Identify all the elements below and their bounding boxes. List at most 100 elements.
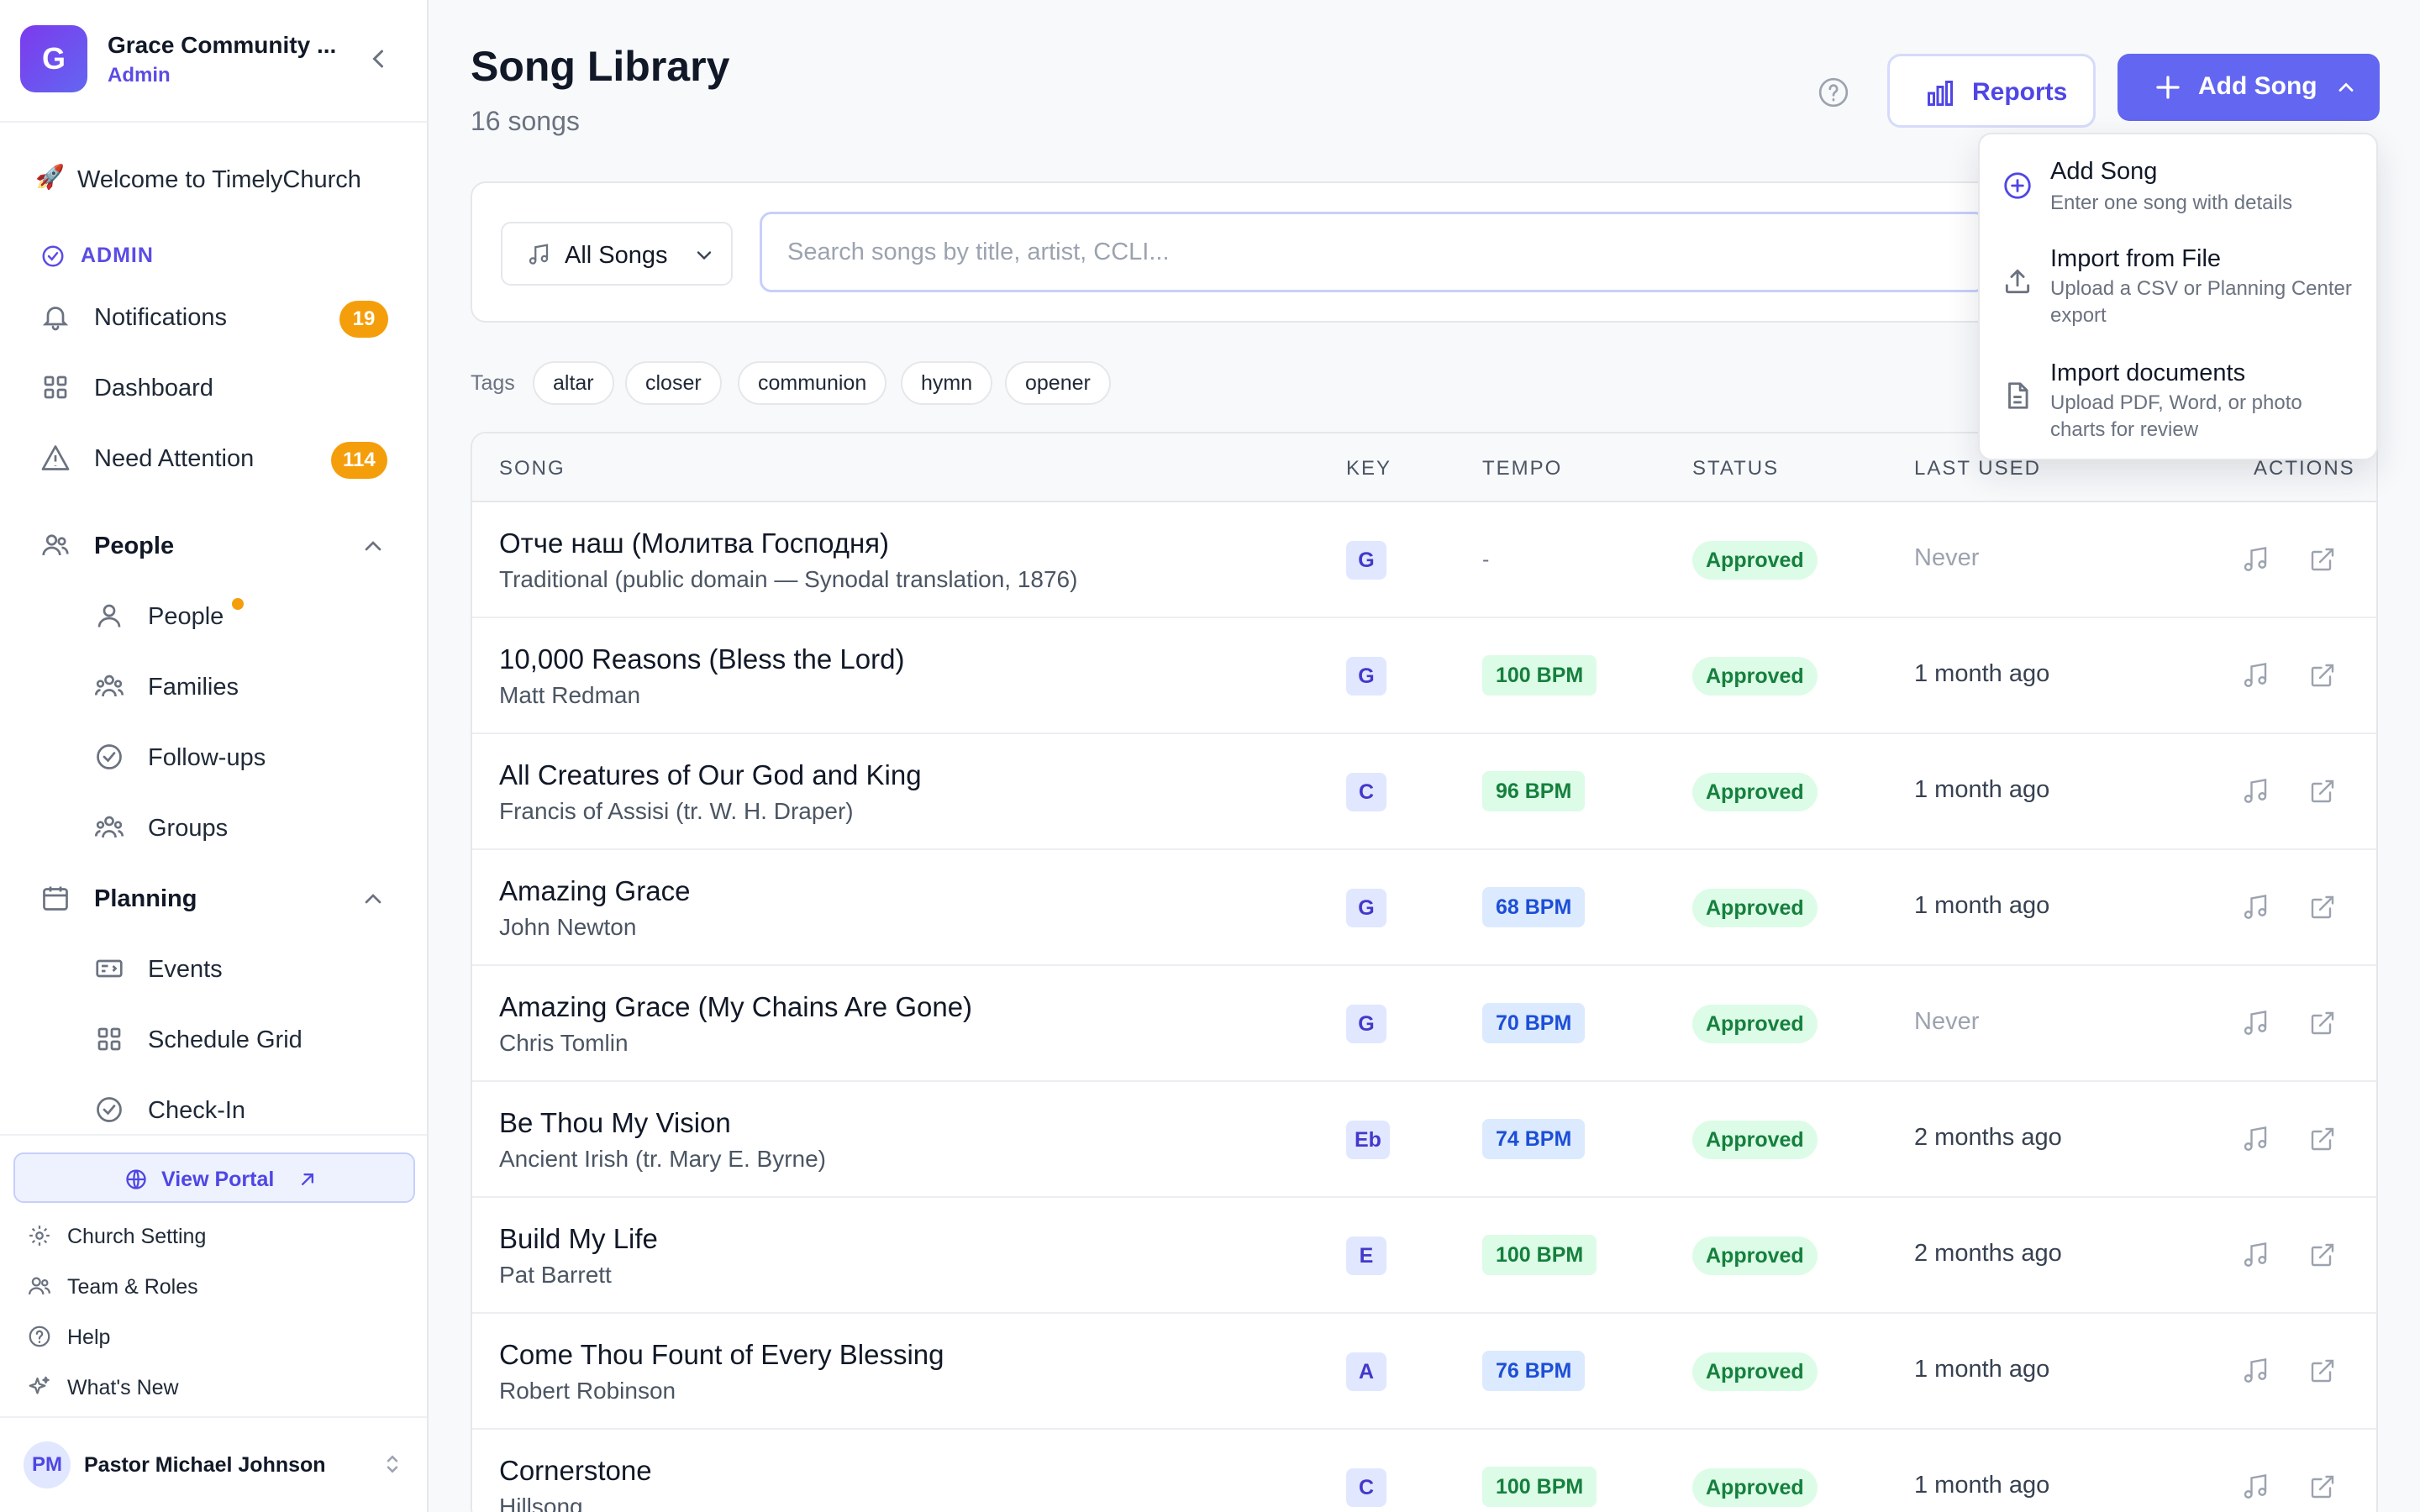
external-link-icon[interactable]: [2307, 1240, 2338, 1270]
music-note-icon[interactable]: [2240, 544, 2270, 575]
table-row[interactable]: Be Thou My Vision Ancient Irish (tr. Mary…: [472, 1082, 2376, 1198]
sidebar-item-families[interactable]: Families: [0, 657, 427, 716]
song-key-badge: C: [1346, 1468, 1386, 1507]
song-artist: Pat Barrett: [499, 1262, 612, 1288]
table-row[interactable]: All Creatures of Our God and King Francis…: [472, 734, 2376, 850]
sidebar-item-label: Dashboard: [94, 375, 213, 402]
external-link-icon[interactable]: [2307, 1472, 2338, 1502]
menu-item-add-song[interactable]: Add Song Enter one song with details: [1980, 153, 2380, 237]
sidebar-item-label: People: [148, 603, 224, 630]
music-note-icon[interactable]: [2240, 1124, 2270, 1154]
external-link-icon[interactable]: [2307, 660, 2338, 690]
last-used: 1 month ago: [1914, 1472, 2050, 1499]
add-song-menu: Add Song Enter one song with details Imp…: [1978, 133, 2378, 460]
song-title[interactable]: 10,000 Reasons (Bless the Lord): [499, 643, 904, 675]
tag-chip[interactable]: altar: [533, 361, 614, 405]
song-title[interactable]: Come Thou Fount of Every Blessing: [499, 1339, 944, 1371]
sidebar-item-events[interactable]: Events: [0, 939, 427, 998]
song-title[interactable]: Amazing Grace (My Chains Are Gone): [499, 991, 972, 1023]
reports-button[interactable]: Reports: [1887, 54, 2096, 128]
song-title[interactable]: All Creatures of Our God and King: [499, 759, 922, 791]
chevron-up-icon[interactable]: [360, 533, 387, 559]
table-row[interactable]: Amazing Grace (My Chains Are Gone) Chris …: [472, 966, 2376, 1082]
sidebar-item-label: Need Attention: [94, 445, 255, 472]
music-note-icon[interactable]: [2240, 1356, 2270, 1386]
music-note-icon[interactable]: [2240, 1240, 2270, 1270]
menu-item-import-documents[interactable]: Import documents Upload PDF, Word, or ph…: [1980, 354, 2380, 455]
tempo-badge: 100 BPM: [1482, 1467, 1597, 1507]
chevron-up-icon[interactable]: [360, 885, 387, 912]
status-badge: Approved: [1692, 773, 1818, 811]
sidebar-item-label: Notifications: [94, 304, 227, 331]
column-header-last-used[interactable]: LAST USED: [1914, 457, 2041, 480]
chevron-left-icon[interactable]: [363, 44, 393, 74]
column-header-song[interactable]: SONG: [499, 457, 566, 480]
external-arrow-icon: [296, 1168, 319, 1191]
search-input[interactable]: [760, 212, 1986, 292]
music-note-icon[interactable]: [2240, 892, 2270, 922]
song-filter-select[interactable]: All Songs: [501, 222, 733, 286]
sidebar-item-people[interactable]: People: [0, 586, 427, 645]
column-header-status[interactable]: STATUS: [1692, 457, 1779, 480]
sidebar-section-people[interactable]: People: [0, 516, 427, 575]
org-switcher[interactable]: G Grace Community ... Admin: [0, 0, 427, 123]
song-title[interactable]: Build My Life: [499, 1223, 658, 1255]
sidebar-item-follow-ups[interactable]: Follow-ups: [0, 727, 427, 786]
sidebar-item-dashboard[interactable]: Dashboard: [0, 358, 427, 417]
add-song-button[interactable]: Add Song: [2118, 54, 2380, 121]
sidebar-item-church-setting[interactable]: Church Setting: [0, 1211, 427, 1258]
tag-chip[interactable]: closer: [625, 361, 722, 405]
sidebar-item-groups[interactable]: Groups: [0, 798, 427, 857]
menu-item-import-file[interactable]: Import from File Upload a CSV or Plannin…: [1980, 240, 2380, 349]
warning-icon: [40, 443, 71, 473]
sidebar-item-whats-new[interactable]: What's New: [0, 1362, 427, 1410]
external-link-icon[interactable]: [2307, 892, 2338, 922]
external-link-icon[interactable]: [2307, 544, 2338, 575]
page-title: Song Library: [471, 43, 730, 90]
sidebar-section-planning[interactable]: Planning: [0, 869, 427, 927]
sidebar-item-notifications[interactable]: Notifications 19: [0, 287, 427, 346]
grid-icon: [94, 1024, 124, 1054]
table-row[interactable]: Отче наш (Молитва Господня) Traditional (…: [472, 502, 2376, 618]
column-header-key[interactable]: KEY: [1346, 457, 1392, 480]
song-key-badge: A: [1346, 1352, 1386, 1391]
external-link-icon[interactable]: [2307, 1124, 2338, 1154]
column-header-tempo[interactable]: TEMPO: [1482, 457, 1562, 480]
sidebar-item-team-roles[interactable]: Team & Roles: [0, 1262, 427, 1309]
tag-chip[interactable]: opener: [1005, 361, 1111, 405]
help-circle-icon[interactable]: [1817, 76, 1850, 109]
table-row[interactable]: 10,000 Reasons (Bless the Lord) Matt Redm…: [472, 618, 2376, 734]
sidebar-item-schedule-grid[interactable]: Schedule Grid: [0, 1010, 427, 1068]
table-row[interactable]: Amazing Grace John Newton G 68 BPM Approved 1…: [472, 850, 2376, 966]
user-menu[interactable]: PM Pastor Michael Johnson: [0, 1416, 427, 1512]
view-portal-button[interactable]: View Portal: [13, 1152, 415, 1203]
sidebar-item-check-in[interactable]: Check-In: [0, 1080, 427, 1139]
sidebar-item-help[interactable]: Help: [0, 1312, 427, 1359]
music-note-icon[interactable]: [2240, 1472, 2270, 1502]
music-note-icon[interactable]: [2240, 660, 2270, 690]
tag-chip[interactable]: communion: [738, 361, 887, 405]
document-icon: [2002, 380, 2033, 412]
song-title[interactable]: Amazing Grace: [499, 875, 690, 907]
song-title[interactable]: Отче наш (Молитва Господня): [499, 528, 889, 559]
song-key-badge: G: [1346, 1005, 1386, 1043]
music-note-icon: [526, 242, 551, 267]
sidebar-item-welcome[interactable]: 🚀 Welcome to TimelyChurch: [0, 150, 427, 208]
tempo-badge: 74 BPM: [1482, 1119, 1586, 1159]
song-key-badge: C: [1346, 773, 1386, 811]
sidebar-item-need-attention[interactable]: Need Attention 114: [0, 428, 427, 487]
external-link-icon[interactable]: [2307, 1356, 2338, 1386]
external-link-icon[interactable]: [2307, 776, 2338, 806]
music-note-icon[interactable]: [2240, 776, 2270, 806]
tag-chip[interactable]: hymn: [901, 361, 993, 405]
table-row[interactable]: Come Thou Fount of Every Blessing Robert …: [472, 1314, 2376, 1430]
music-note-icon[interactable]: [2240, 1008, 2270, 1038]
external-link-icon[interactable]: [2307, 1008, 2338, 1038]
song-artist: John Newton: [499, 914, 637, 940]
help-circle-icon: [27, 1324, 52, 1349]
user-icon: [94, 601, 124, 631]
table-row[interactable]: Build My Life Pat Barrett E 100 BPM Approved…: [472, 1198, 2376, 1314]
song-title[interactable]: Be Thou My Vision: [499, 1107, 731, 1139]
table-row[interactable]: Cornerstone Hillsong C 100 BPM Approved 1 mon…: [472, 1430, 2376, 1512]
song-title[interactable]: Cornerstone: [499, 1455, 652, 1487]
